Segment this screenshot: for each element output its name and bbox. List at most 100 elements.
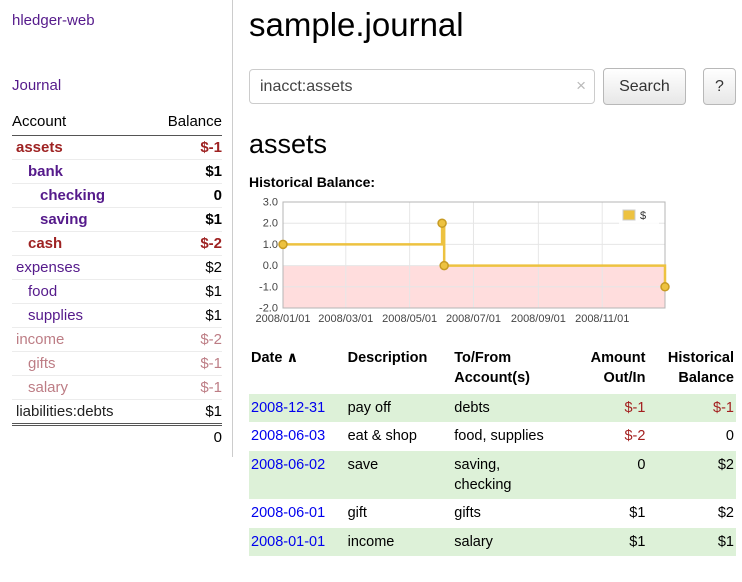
account-link-expenses[interactable]: expenses xyxy=(16,259,80,276)
account-name-cell: bank xyxy=(12,160,149,184)
transaction-date-link[interactable]: 2008-06-01 xyxy=(251,505,325,521)
transaction-amount: $-1 xyxy=(565,394,648,422)
transaction-accounts: debts xyxy=(452,394,565,422)
register-header-tofrom-line2: Account(s) xyxy=(454,370,530,386)
account-row: expenses $2 xyxy=(12,256,222,280)
account-balance: $2 xyxy=(149,256,222,280)
account-link-cash[interactable]: cash xyxy=(28,235,62,252)
account-name-cell: supplies xyxy=(12,304,149,328)
account-row: gifts $-1 xyxy=(12,352,222,376)
transaction-date-link[interactable]: 2008-06-02 xyxy=(251,457,325,473)
register-header-amount-line1: Amount xyxy=(591,350,646,366)
svg-text:2008/09/01: 2008/09/01 xyxy=(511,313,566,325)
register-row: 2008-06-02 savesaving, checking0$2 xyxy=(249,451,736,500)
svg-text:3.0: 3.0 xyxy=(263,197,278,209)
account-name-cell: income xyxy=(12,328,149,352)
account-link-salary[interactable]: salary xyxy=(28,379,68,396)
transaction-description: save xyxy=(346,451,453,500)
svg-text:-1.0: -1.0 xyxy=(259,281,278,293)
account-balance: $-2 xyxy=(149,328,222,352)
account-row: liabilities:debts$1 xyxy=(12,400,222,425)
svg-text:2008/03/01: 2008/03/01 xyxy=(318,313,373,325)
register-row: 2008-06-03eat & shopfood, supplies$-20 xyxy=(249,422,736,450)
account-link-saving[interactable]: saving xyxy=(40,211,88,228)
transaction-description: pay off xyxy=(346,394,453,422)
svg-text:2008/11/01: 2008/11/01 xyxy=(575,313,629,325)
transaction-date-link[interactable]: 2008-01-01 xyxy=(251,534,325,550)
accounts-header-account: Account xyxy=(12,110,149,136)
transaction-date-link[interactable]: 2008-06-03 xyxy=(251,428,325,444)
hledger-web-app: hledger-web Journal Account Balance asse… xyxy=(0,0,742,556)
transaction-date-cell: 2008-06-03 xyxy=(249,422,346,450)
register-header-balance-line1: Historical xyxy=(668,350,734,366)
account-link-checking[interactable]: checking xyxy=(40,187,105,204)
account-balance: $1 xyxy=(149,304,222,328)
account-row: income $-2 xyxy=(12,328,222,352)
svg-text:2008/07/01: 2008/07/01 xyxy=(446,313,501,325)
transaction-date-link[interactable]: 2008-12-31 xyxy=(251,400,325,416)
account-link-gifts[interactable]: gifts xyxy=(28,355,56,372)
app-title-link[interactable]: hledger-web xyxy=(12,12,222,29)
account-name-cell: expenses xyxy=(12,256,149,280)
account-balance: $-1 xyxy=(149,136,222,160)
register-header-tofrom-line1: To/From xyxy=(454,350,511,366)
transaction-amount: $-2 xyxy=(565,422,648,450)
account-name-cell: gifts xyxy=(12,352,149,376)
register-header-balance: Historical Balance xyxy=(647,347,736,394)
account-balance: $1 xyxy=(149,208,222,232)
account-row: salary$-1 xyxy=(12,376,222,400)
account-name-cell: salary xyxy=(12,376,149,400)
account-row: saving $1 xyxy=(12,208,222,232)
page-title: sample.journal xyxy=(249,6,736,44)
sort-ascending-icon: ∧ xyxy=(286,350,298,366)
search-box: × xyxy=(249,69,595,104)
transaction-accounts: saving, checking xyxy=(452,451,565,500)
svg-text:1.0: 1.0 xyxy=(263,239,278,251)
account-link-income[interactable]: income xyxy=(16,331,64,348)
account-balance: $1 xyxy=(149,160,222,184)
register-header-row: Date∧ Description To/From Account(s) Amo… xyxy=(249,347,736,394)
account-row: cash$-2 xyxy=(12,232,222,256)
account-name-cell: assets xyxy=(12,136,149,160)
account-name-cell: food xyxy=(12,280,149,304)
account-link-bank[interactable]: bank xyxy=(28,163,63,180)
account-row: checking 0 xyxy=(12,184,222,208)
transaction-balance: $1 xyxy=(647,528,736,556)
transaction-balance: $2 xyxy=(647,451,736,500)
transaction-balance: 0 xyxy=(647,422,736,450)
account-balance: 0 xyxy=(149,184,222,208)
register-row: 2008-01-01incomesalary$1$1 xyxy=(249,528,736,556)
transaction-date-cell: 2008-12-31 xyxy=(249,394,346,422)
clear-search-icon[interactable]: × xyxy=(576,77,586,94)
help-button[interactable]: ? xyxy=(703,68,736,105)
search-bar: × Search ? xyxy=(249,68,736,105)
register-header-date: Date∧ xyxy=(249,347,346,394)
register-table: Date∧ Description To/From Account(s) Amo… xyxy=(249,347,736,556)
transaction-amount: $1 xyxy=(565,528,648,556)
register-header-balance-line2: Balance xyxy=(678,370,734,386)
svg-text:2008/05/01: 2008/05/01 xyxy=(382,313,437,325)
transaction-date-cell: 2008-06-01 xyxy=(249,499,346,527)
svg-text:2.0: 2.0 xyxy=(263,218,278,230)
sidebar-item-journal[interactable]: Journal xyxy=(12,77,222,94)
transaction-accounts: gifts xyxy=(452,499,565,527)
register-row: 2008-12-31pay offdebts$-1$-1 xyxy=(249,394,736,422)
account-link-assets[interactable]: assets xyxy=(16,139,63,156)
account-link-supplies[interactable]: supplies xyxy=(28,307,83,324)
transaction-description: income xyxy=(346,528,453,556)
chart-title: Historical Balance: xyxy=(249,174,736,190)
register-header-description: Description xyxy=(346,347,453,394)
main-content: sample.journal × Search ? assets Histori… xyxy=(233,0,742,556)
account-balance: $-1 xyxy=(149,352,222,376)
historical-balance-chart: 3.02.01.00.0-1.0-2.02008/01/012008/03/01… xyxy=(249,194,679,335)
account-balance: $1 xyxy=(149,280,222,304)
account-link-food[interactable]: food xyxy=(28,283,57,300)
account-row: supplies $1 xyxy=(12,304,222,328)
search-input[interactable] xyxy=(249,69,595,104)
transaction-amount: 0 xyxy=(565,451,648,500)
account-link-liabilities-debts[interactable]: liabilities:debts xyxy=(16,403,114,420)
svg-text:$: $ xyxy=(640,210,646,222)
account-row: food $1 xyxy=(12,280,222,304)
sidebar: hledger-web Journal Account Balance asse… xyxy=(0,0,233,457)
search-button[interactable]: Search xyxy=(603,68,686,105)
